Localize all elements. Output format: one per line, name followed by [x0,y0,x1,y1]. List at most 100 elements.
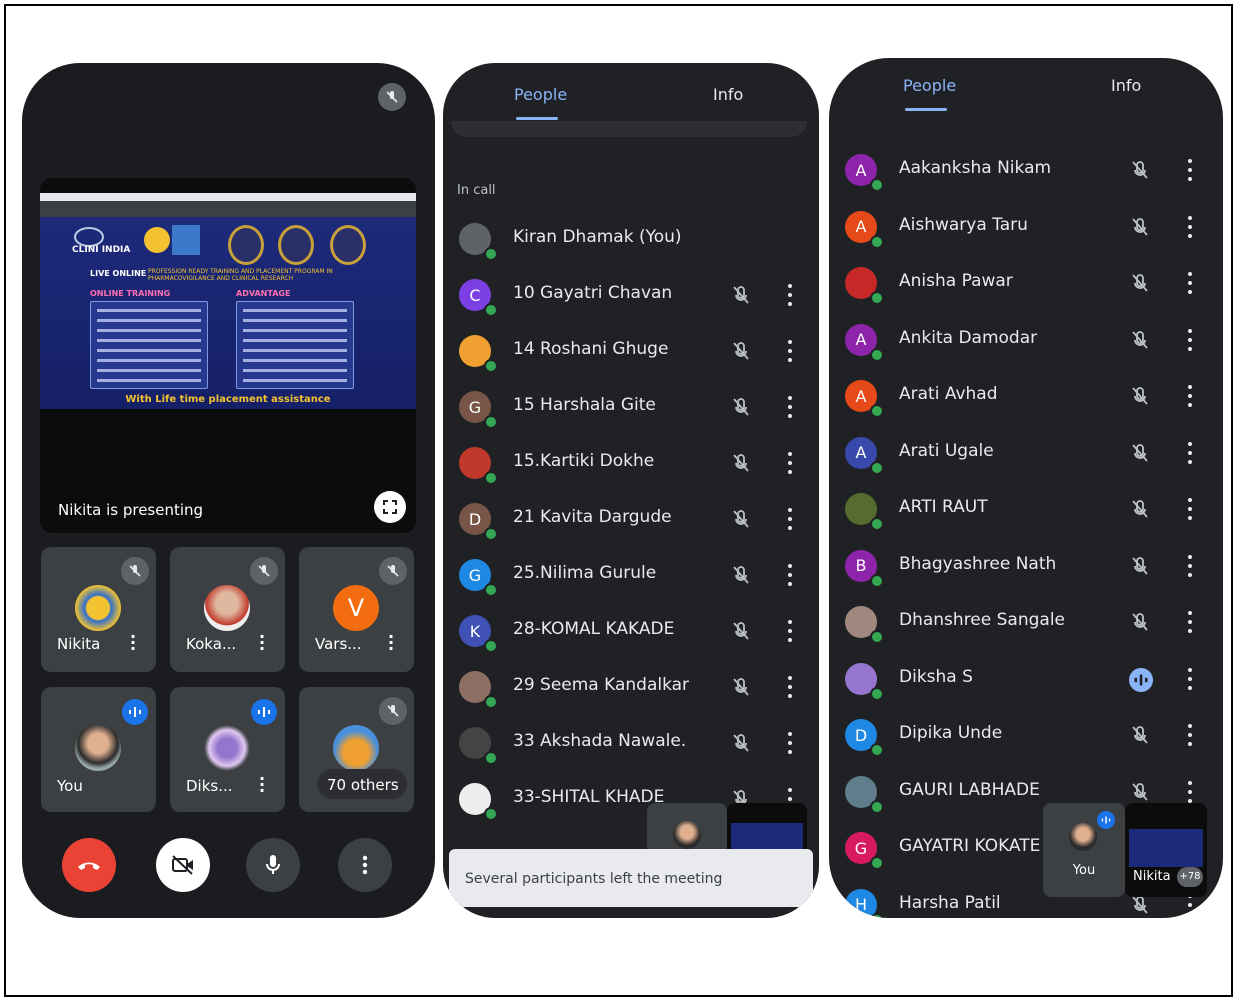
more-vert-icon[interactable] [787,284,793,306]
more-vert-icon[interactable] [787,508,793,530]
pip-label: You [1072,863,1096,878]
end-call-button[interactable] [62,838,116,892]
camera-toggle-button[interactable] [156,838,210,892]
tab-people[interactable]: People [903,76,956,95]
more-vert-icon[interactable] [1187,498,1193,520]
avatar [75,725,121,771]
more-vert-icon[interactable] [1187,159,1193,181]
speaking-icon [1097,811,1115,829]
more-options-icon[interactable]: · · · [259,771,265,799]
participant-row[interactable]: 15.Kartiki Dokhe [443,434,819,490]
participant-row[interactable]: Diksha S [829,650,1223,706]
participant-row[interactable]: A Arati Avhad [829,367,1223,423]
more-vert-icon[interactable] [1187,554,1193,577]
more-vert-icon[interactable] [1187,667,1193,690]
online-status-dot [870,178,884,192]
more-vert-icon [362,855,368,875]
participant-name: Arati Ugale [899,440,994,461]
participant-tile-you[interactable]: You [41,687,156,812]
more-vert-icon[interactable] [1187,215,1193,238]
participant-tile[interactable]: V Vars... · · · [299,547,414,672]
participant-name: 21 Kavita Dargude [513,507,672,527]
tab-info[interactable]: Info [713,85,743,104]
more-options-icon[interactable]: · · · [130,629,136,657]
more-vert-icon[interactable] [1187,328,1193,351]
search-bar-edge [451,121,807,137]
others-tile[interactable]: 70 others [299,687,414,812]
participant-row[interactable]: D 21 Kavita Dargude [443,490,819,546]
presentation-view[interactable]: CLINI INDIA LIVE ONLINE PROFESSION READY… [40,178,416,533]
more-vert-icon[interactable] [787,452,793,474]
participant-row[interactable]: 14 Roshani Ghuge [443,322,819,378]
participant-row[interactable]: A Aakanksha Nikam [829,141,1223,197]
mic-off-icon [379,557,407,585]
online-status-dot [870,686,884,701]
participant-name: 15 Harshala Gite [513,395,656,415]
mic-off-icon [1129,724,1151,746]
participant-tile[interactable]: Diks... · · · [170,687,285,812]
mic-off-icon [1129,555,1151,577]
award-seal-icon [228,225,264,265]
more-vert-icon[interactable] [1187,441,1193,464]
more-vert-icon[interactable] [1187,385,1193,407]
participant-row[interactable]: G 25.Nilima Gurule [443,546,819,602]
more-vert-icon[interactable] [787,564,793,586]
slide-live-online: LIVE ONLINE [90,269,147,278]
online-status-dot [484,247,498,261]
participant-name: 33 Akshada Nawale. [513,731,687,751]
participant-row[interactable]: B Bhagyashree Nath [829,537,1223,593]
more-vert-icon[interactable] [1187,724,1193,746]
online-status-dot [870,630,884,644]
participant-row[interactable]: Anisha Pawar [829,254,1223,310]
participant-name: 10 Gayatri Chavan [513,283,673,303]
more-vert-icon[interactable] [787,620,793,642]
participant-tile[interactable]: Koka... · · · [170,547,285,672]
participant-row[interactable]: A Ankita Damodar [829,311,1223,367]
online-status-dot [484,471,498,485]
more-vert-icon[interactable] [787,732,793,754]
fullscreen-button[interactable] [374,491,406,523]
participant-tile[interactable]: Nikita · · · [41,547,156,672]
online-status-dot [870,234,884,249]
pip-label: Nikita [1133,869,1171,884]
fullscreen-icon [383,500,397,514]
more-options-icon[interactable]: · · · [259,629,265,657]
participant-name: Anisha Pawar [899,271,1013,291]
tab-info[interactable]: Info [1111,76,1141,95]
presenting-label: Nikita is presenting [58,501,204,519]
participant-row[interactable]: ARTI RAUT [829,480,1223,536]
participant-row[interactable]: 29 Seema Kandalkar [443,658,819,714]
more-vert-icon[interactable] [1187,272,1193,294]
tab-people[interactable]: People [514,85,567,104]
self-view-pip[interactable]: You [1043,803,1125,897]
participant-row[interactable]: Dhanshree Sangale [829,593,1223,649]
clini-india-logo [74,227,104,247]
more-vert-icon[interactable] [787,396,793,418]
more-vert-icon[interactable] [1187,611,1193,633]
online-status-dot [484,527,498,541]
more-options-button[interactable] [338,838,392,892]
more-options-icon[interactable]: · · · [388,629,394,657]
participant-row[interactable]: A Arati Ugale [829,424,1223,480]
participant-name: Dipika Unde [899,723,1003,743]
participant-row[interactable]: Kiran Dhamak (You) [443,210,819,266]
participant-row[interactable]: 33 Akshada Nawale. [443,714,819,770]
participant-row[interactable]: D Dipika Unde [829,706,1223,762]
speaking-icon [122,699,148,725]
more-vert-icon[interactable] [787,340,793,362]
online-status-dot [484,415,498,429]
hangup-icon [78,862,100,870]
participant-row[interactable]: C 10 Gayatri Chavan [443,266,819,322]
mic-off-icon [730,676,752,698]
participant-row[interactable]: A Aishwarya Taru [829,198,1223,254]
participant-row[interactable]: G 15 Harshala Gite [443,378,819,434]
presenter-mic-off-icon [378,83,406,111]
more-vert-icon[interactable] [787,676,793,698]
participant-row[interactable]: K 28-KOMAL KAKADE [443,602,819,658]
mic-toggle-button[interactable] [246,838,300,892]
participant-name: 14 Roshani Ghuge [513,339,669,359]
presentation-pip[interactable]: Nikita +78 [1125,803,1207,897]
more-vert-icon[interactable] [1187,780,1193,803]
online-status-dot [484,695,498,709]
mic-off-icon [1129,216,1151,238]
